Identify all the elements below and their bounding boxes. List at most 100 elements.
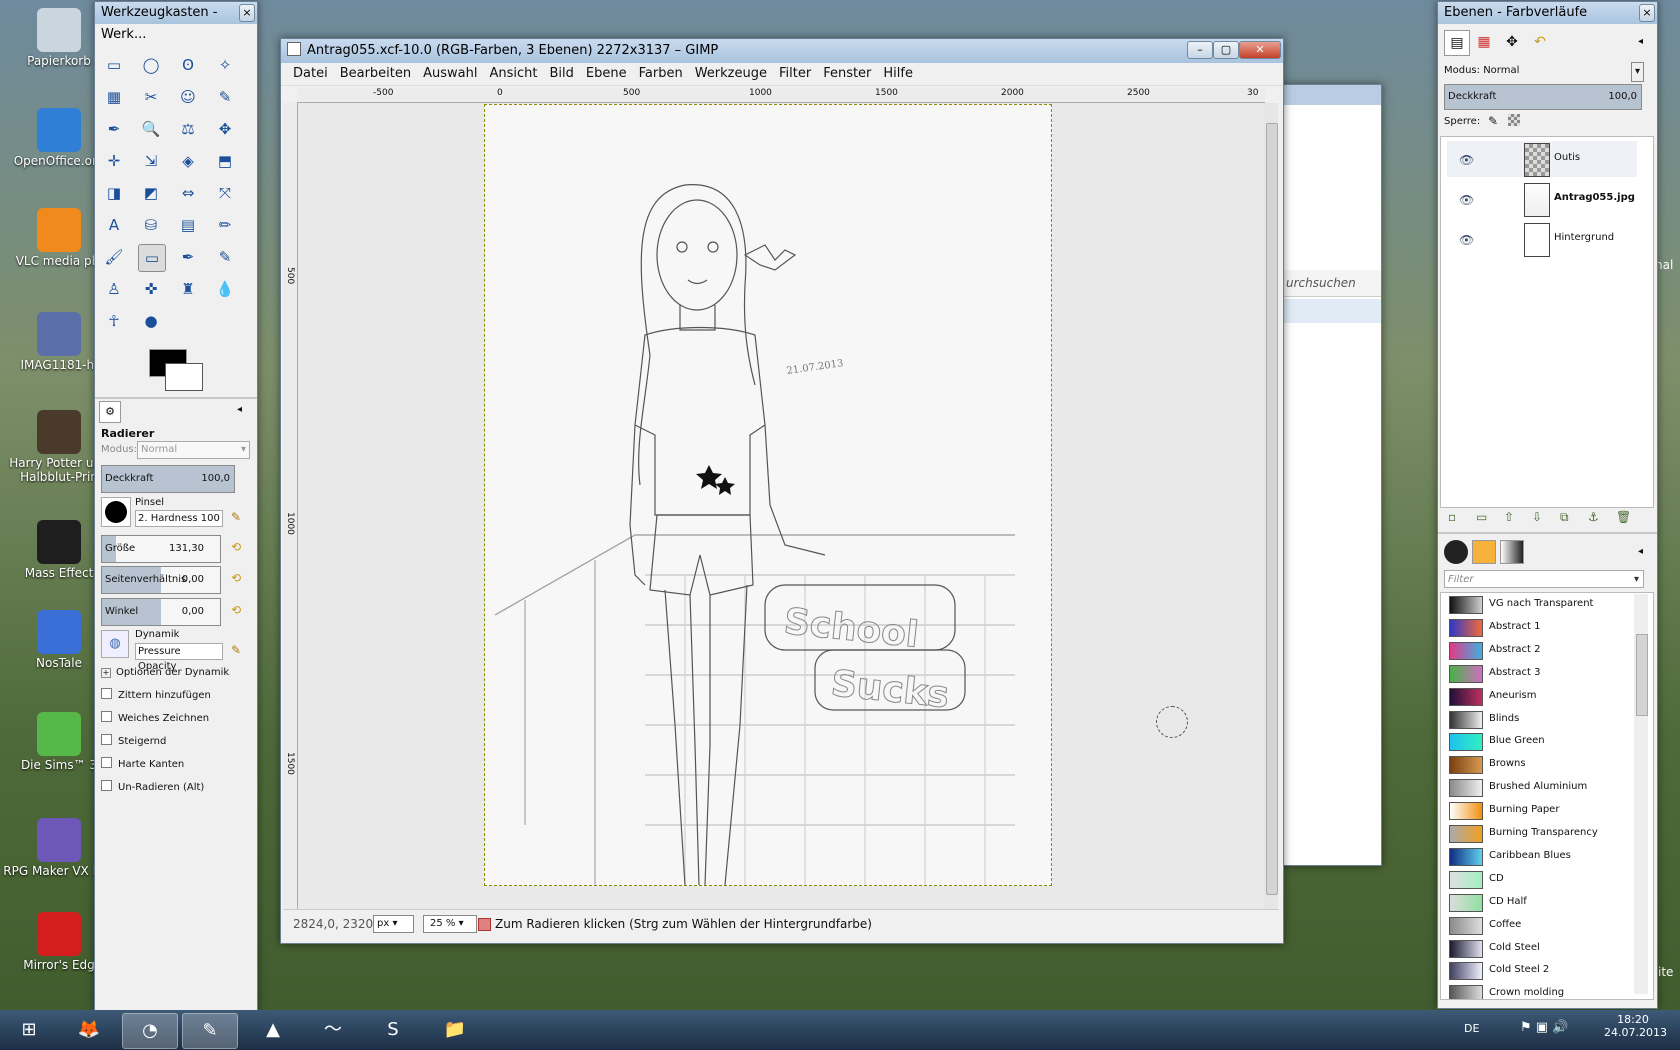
visibility-eye-icon[interactable]: 👁 [1459,153,1474,167]
gradient-item[interactable]: Crown molding [1449,982,1629,999]
lower-layer-icon[interactable]: ⇩ [1532,510,1542,524]
tool-icon[interactable]: ▭ [101,52,127,78]
tool-icon[interactable]: ✛ [101,148,127,174]
clock[interactable]: 18:20 24.07.2013 [1604,1013,1667,1039]
image-titlebar[interactable]: Antrag055.xcf-10.0 (RGB-Farben, 3 Ebenen… [281,39,1283,63]
dynamics-icon[interactable]: ◍ [101,630,129,658]
tool-icon[interactable]: ▤ [175,212,201,238]
menu-item[interactable]: Filter [779,66,811,81]
image-canvas[interactable]: 21.07.2013 School Sucks [484,104,1052,886]
tool-icon[interactable]: ☺ [175,84,201,110]
gradient-item[interactable]: Browns [1449,753,1629,775]
tool-icon[interactable]: ✎ [212,84,238,110]
layer-opacity-slider[interactable]: Deckkraft 100,0 [1444,84,1642,110]
panel-menu-icon[interactable]: ◂ [1638,36,1643,47]
menu-item[interactable]: Auswahl [423,66,477,81]
tool-icon[interactable]: ◨ [101,180,127,206]
layer-row[interactable]: 👁 Antrag055.jpg [1447,181,1637,217]
reset-aspect-icon[interactable]: ⟲ [231,571,241,585]
gradient-item[interactable]: CD [1449,868,1629,890]
menu-item[interactable]: Werkzeuge [695,66,767,81]
new-group-icon[interactable]: ▭ [1476,510,1487,524]
dynamics-field[interactable]: Pressure Opacity [135,643,223,672]
maximize-button[interactable]: ▢ [1213,41,1239,59]
tool-icon[interactable]: 🔍 [138,116,164,142]
option-checkbox[interactable]: Harte Kanten [101,757,184,770]
reset-angle-icon[interactable]: ⟲ [231,603,241,617]
visibility-eye-icon[interactable]: 👁 [1459,233,1474,247]
close-button[interactable]: × [1639,4,1655,22]
patterns-tab-icon[interactable] [1472,540,1496,564]
tool-icon[interactable]: ʘ [175,52,201,78]
layers-tab-icon[interactable]: ▤ [1444,30,1470,56]
gradient-item[interactable]: Cold Steel [1449,937,1629,959]
taskbar-app[interactable]: 📁 [428,1013,482,1047]
tool-icon[interactable]: ◈ [175,148,201,174]
close-button[interactable]: ✕ [1239,41,1281,59]
gradient-item[interactable]: Abstract 3 [1449,662,1629,684]
gradient-item[interactable]: Brushed Aluminium [1449,776,1629,798]
opacity-slider[interactable]: Deckkraft 100,0 [101,465,235,493]
menu-item[interactable]: Bild [550,66,574,81]
tool-icon[interactable]: A [101,212,127,238]
tool-icon[interactable]: ▭ [138,244,166,272]
option-checkbox[interactable]: Weiches Zeichnen [101,711,209,724]
language-indicator[interactable]: DE [1464,1022,1479,1035]
brushes-tab-icon[interactable] [1444,540,1468,564]
taskbar-app[interactable]: ✎ [182,1013,238,1049]
menu-item[interactable]: Bearbeiten [340,66,411,81]
angle-slider[interactable]: Winkel 0,00 [101,598,221,626]
tool-icon[interactable]: 🖌 [101,244,127,270]
option-checkbox[interactable]: Un-Radieren (Alt) [101,780,204,793]
gradient-scrollbar[interactable] [1634,594,1648,994]
gradient-item[interactable]: Abstract 1 [1449,616,1629,638]
brush-preview[interactable] [101,497,131,527]
tool-icon[interactable]: ◩ [138,180,164,206]
panel-menu-icon[interactable]: ◂ [1638,546,1643,557]
layer-row[interactable]: 👁 Outis [1447,141,1637,177]
tool-options-tab[interactable]: ⚙ [99,401,121,423]
tool-icon[interactable]: ◯ [138,52,164,78]
close-button[interactable]: × [239,4,255,22]
tool-icon[interactable]: 💧 [212,276,238,302]
gradient-item[interactable]: Abstract 2 [1449,639,1629,661]
gradient-item[interactable]: Coffee [1449,914,1629,936]
menu-item[interactable]: Datei [293,66,328,81]
paths-tab-icon[interactable]: ✥ [1500,30,1524,54]
mode-select[interactable]: Normal ▾ [137,441,250,459]
gradients-tab-icon[interactable] [1500,540,1524,564]
option-checkbox[interactable]: Steigernd [101,734,166,747]
menu-item[interactable]: Ebene [586,66,627,81]
option-checkbox[interactable]: Zittern hinzufügen [101,688,211,701]
gradient-item[interactable]: CD Half [1449,891,1629,913]
gradient-item[interactable]: Blue Green [1449,730,1629,752]
panel-menu-icon[interactable]: ◂ [237,404,242,415]
background-color[interactable] [165,363,203,391]
new-layer-icon[interactable]: ▫ [1448,510,1456,524]
channels-tab-icon[interactable]: ▦ [1472,30,1496,54]
toolbox-titlebar[interactable]: Werkzeugkasten - Werk... × [95,2,257,42]
taskbar-app[interactable]: ▲ [246,1013,300,1047]
tool-icon[interactable]: ✏ [212,212,238,238]
gradient-item[interactable]: Caribbean Blues [1449,845,1629,867]
layer-row[interactable]: 👁 Hintergrund [1447,221,1637,257]
menu-item[interactable]: Farben [639,66,683,81]
undo-tab-icon[interactable]: ↶ [1528,30,1552,54]
taskbar-app[interactable]: 〜 [306,1013,360,1047]
dynamics-options-expander[interactable]: + Optionen der Dynamik [101,667,229,678]
gradient-item[interactable]: Burning Transparency [1449,822,1629,844]
delete-layer-icon[interactable]: 🗑 [1616,510,1631,524]
taskbar-app[interactable]: ◔ [122,1013,178,1049]
search-input[interactable]: urchsuchen [1286,276,1356,290]
anchor-icon[interactable]: ⚓ [1588,510,1599,524]
edit-dynamics-icon[interactable]: ✎ [231,643,241,657]
menu-item[interactable]: Hilfe [883,66,913,81]
tool-icon[interactable]: ✧ [212,52,238,78]
vertical-scrollbar[interactable] [1264,103,1278,935]
tool-icon[interactable]: ☥ [101,308,127,334]
tool-icon[interactable]: ✂ [138,84,164,110]
canvas-area[interactable]: 21.07.2013 School Sucks [298,103,1264,935]
tool-icon[interactable]: ✎ [212,244,238,270]
taskbar-app[interactable]: 🦊 [62,1013,116,1047]
aspect-ratio-slider[interactable]: Seitenverhältnis 0,00 [101,566,221,594]
